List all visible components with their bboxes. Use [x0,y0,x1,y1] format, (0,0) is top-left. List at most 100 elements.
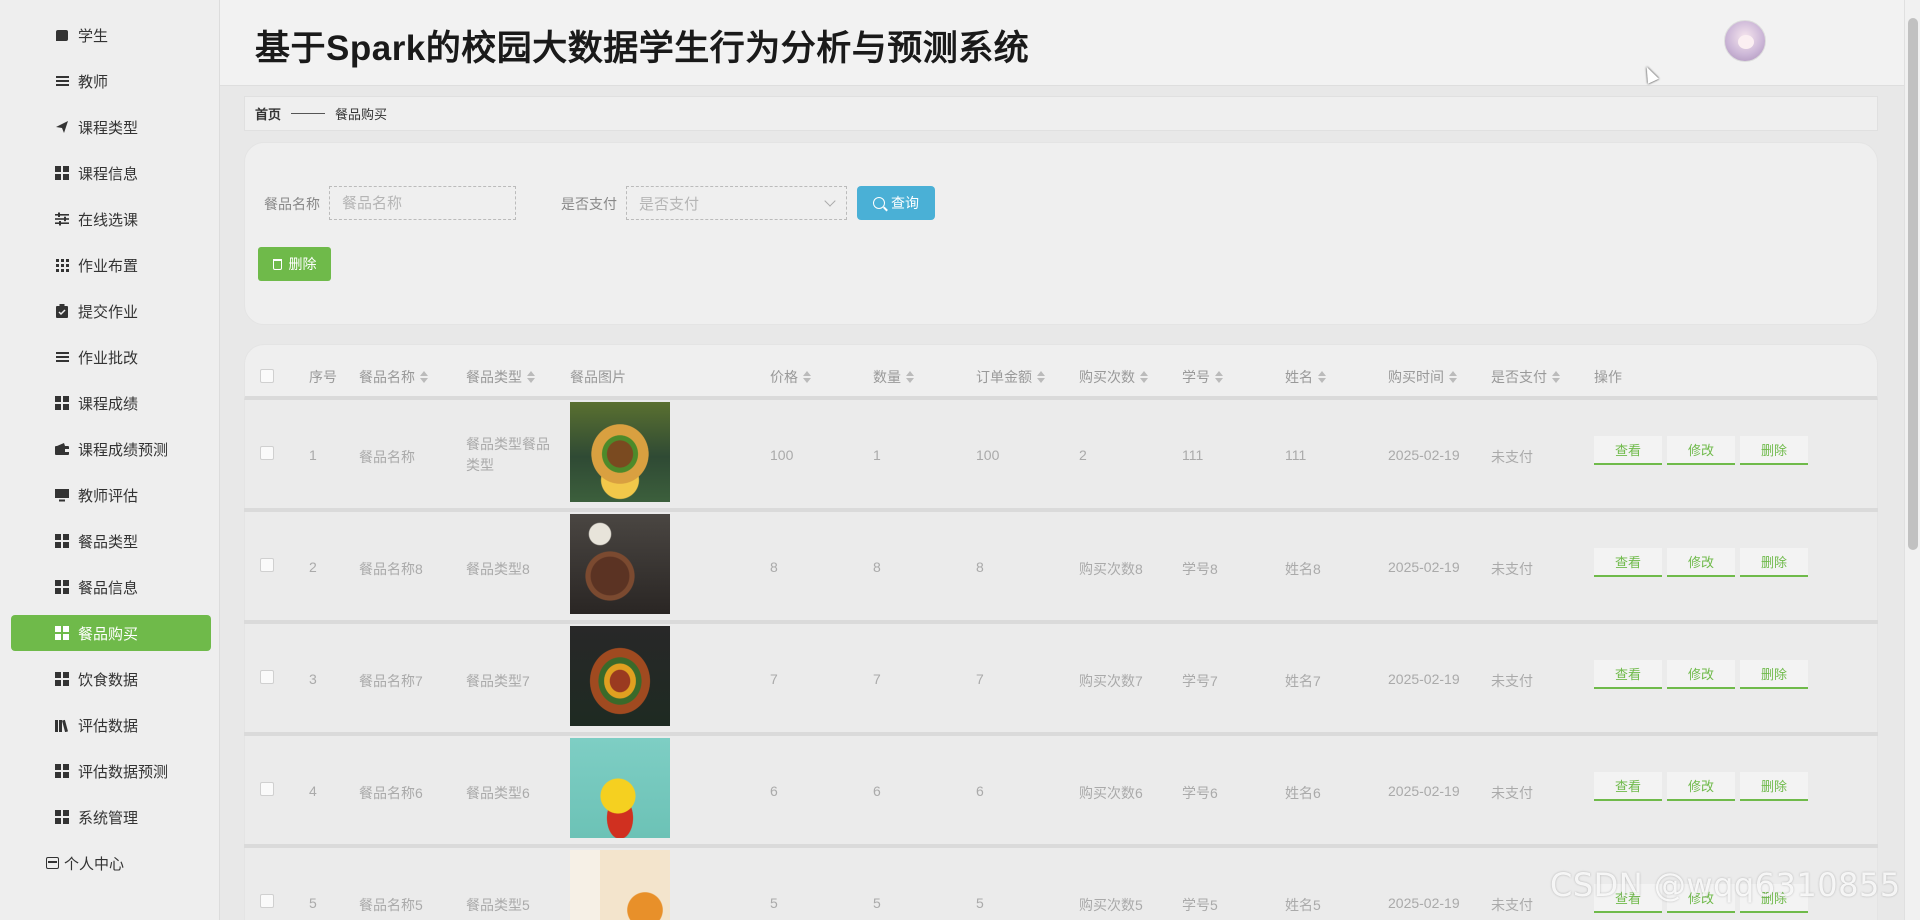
column-header[interactable]: 价格 [770,367,811,387]
sidebar-item-label: 学生 [78,27,109,45]
column-header[interactable]: 订单金额 [976,367,1045,387]
cell-type: 餐品类型5 [466,897,530,913]
column-header[interactable]: 餐品名称 [359,367,428,387]
edit-button[interactable]: 修改 [1667,436,1735,465]
meal-image [570,514,670,614]
column-header[interactable]: 学号 [1182,367,1223,387]
breadcrumb-current: 餐品购买 [335,107,388,122]
breadcrumb-home[interactable]: 首页 [255,104,281,123]
sidebar-item-personal-center[interactable]: 个人中心 [11,845,211,881]
cell-paid: 未支付 [1491,449,1533,465]
edit-button[interactable]: 修改 [1667,660,1735,689]
view-button[interactable]: 查看 [1594,660,1662,689]
purchase-table: 序号 餐品名称 餐品类型 餐品图片 价格 数量 订单金额 购买次数 学号 姓名 … [244,344,1878,920]
sort-icon [1318,371,1326,383]
sidebar-item-label: 课程成绩预测 [78,441,169,459]
sort-icon [420,371,428,383]
cell-price: 8 [770,559,778,575]
sidebar-item-course-info[interactable]: 课程信息 [11,155,211,191]
column-header[interactable]: 购买时间 [1388,367,1457,387]
sidebar-item-label: 餐品类型 [78,533,139,551]
meal-image [570,626,670,726]
sidebar-item-teacher-evaluation[interactable]: 教师评估 [11,477,211,513]
sidebar-item-system-management[interactable]: 系统管理 [11,799,211,835]
cell-student-name: 姓名8 [1285,561,1321,577]
select-all-checkbox[interactable] [260,369,274,383]
sort-icon [1140,371,1148,383]
sidebar-item-meal-purchase[interactable]: 餐品购买 [11,615,211,651]
sidebar-item-course-selection[interactable]: 在线选课 [11,201,211,237]
batch-delete-button[interactable]: 删除 [258,247,331,281]
watermark: CSDN @wqq6310855 [1550,866,1901,904]
cell-time: 2025-02-19 [1388,671,1460,687]
list-icon [55,350,69,364]
cell-times: 2 [1079,447,1087,463]
cell-student-no: 学号8 [1182,561,1218,577]
grid-icon [55,166,69,180]
sidebar-item-label: 餐品信息 [78,579,139,597]
grid-icon [55,672,69,686]
row-checkbox[interactable] [260,782,274,796]
sort-icon [527,371,535,383]
view-button[interactable]: 查看 [1594,772,1662,801]
sidebar-item-homework-submit[interactable]: 提交作业 [11,293,211,329]
sidebar-item-homework-grading[interactable]: 作业批改 [11,339,211,375]
meal-image [570,402,670,502]
delete-button[interactable]: 删除 [1740,772,1808,801]
paid-select-placeholder: 是否支付 [639,195,700,213]
avatar[interactable] [1724,20,1766,62]
table-row: 1 餐品名称 餐品类型餐品类型 100 1 100 2 111 111 2025… [244,400,1878,508]
scrollbar-thumb[interactable] [1908,18,1918,550]
row-checkbox[interactable] [260,446,274,460]
delete-button[interactable]: 删除 [1740,436,1808,465]
cell-qty: 6 [873,783,881,799]
view-button[interactable]: 查看 [1594,436,1662,465]
sidebar-item-diet-data[interactable]: 饮食数据 [11,661,211,697]
table-row: 4 餐品名称6 餐品类型6 6 6 6 购买次数6 学号6 姓名6 2025-0… [244,736,1878,844]
edit-button[interactable]: 修改 [1667,772,1735,801]
cell-index: 1 [309,447,317,463]
row-checkbox[interactable] [260,670,274,684]
sidebar-item-label: 教师 [78,73,109,91]
sidebar-item-score-prediction[interactable]: 课程成绩预测 [11,431,211,467]
delete-button[interactable]: 删除 [1740,548,1808,577]
sidebar-item-meal-types[interactable]: 餐品类型 [11,523,211,559]
sidebar-item-evaluation-data[interactable]: 评估数据 [11,707,211,743]
sidebar-item-evaluation-prediction[interactable]: 评估数据预测 [11,753,211,789]
view-button[interactable]: 查看 [1594,548,1662,577]
sidebar-item-label: 教师评估 [78,487,139,505]
column-header[interactable]: 姓名 [1285,367,1326,387]
cell-amount: 5 [976,895,984,911]
column-header[interactable]: 购买次数 [1079,367,1148,387]
sidebar-item-teachers[interactable]: 教师 [11,63,211,99]
sidebar-item-label: 个人中心 [64,855,125,873]
cell-student-no: 学号7 [1182,673,1218,689]
row-checkbox[interactable] [260,894,274,908]
chat-icon [55,28,69,42]
column-header[interactable]: 数量 [873,367,914,387]
sidebar-item-label: 评估数据 [78,717,139,735]
sidebar-item-meal-info[interactable]: 餐品信息 [11,569,211,605]
cell-amount: 6 [976,783,984,799]
paid-select[interactable]: 是否支付 [626,186,847,220]
cell-times: 购买次数6 [1079,785,1143,801]
cell-name: 餐品名称 [359,449,415,465]
sidebar-item-label: 课程成绩 [78,395,139,413]
sidebar-item-students[interactable]: 学生 [11,17,211,53]
meal-name-input[interactable] [329,186,516,220]
edit-button[interactable]: 修改 [1667,548,1735,577]
page-scrollbar[interactable] [1904,0,1920,920]
monitor-icon [55,488,69,502]
sidebar-item-homework-assign[interactable]: 作业布置 [11,247,211,283]
cell-index: 2 [309,559,317,575]
sidebar-item-course-types[interactable]: 课程类型 [11,109,211,145]
column-header[interactable]: 餐品类型 [466,367,535,387]
cell-name: 餐品名称6 [359,785,423,801]
cell-price: 100 [770,447,794,463]
sidebar-item-course-scores[interactable]: 课程成绩 [11,385,211,421]
row-checkbox[interactable] [260,558,274,572]
delete-button[interactable]: 删除 [1740,660,1808,689]
column-header[interactable]: 是否支付 [1491,367,1560,387]
query-button[interactable]: 查询 [857,186,935,220]
search-panel: 餐品名称 是否支付 是否支付 查询 删除 [244,142,1878,325]
